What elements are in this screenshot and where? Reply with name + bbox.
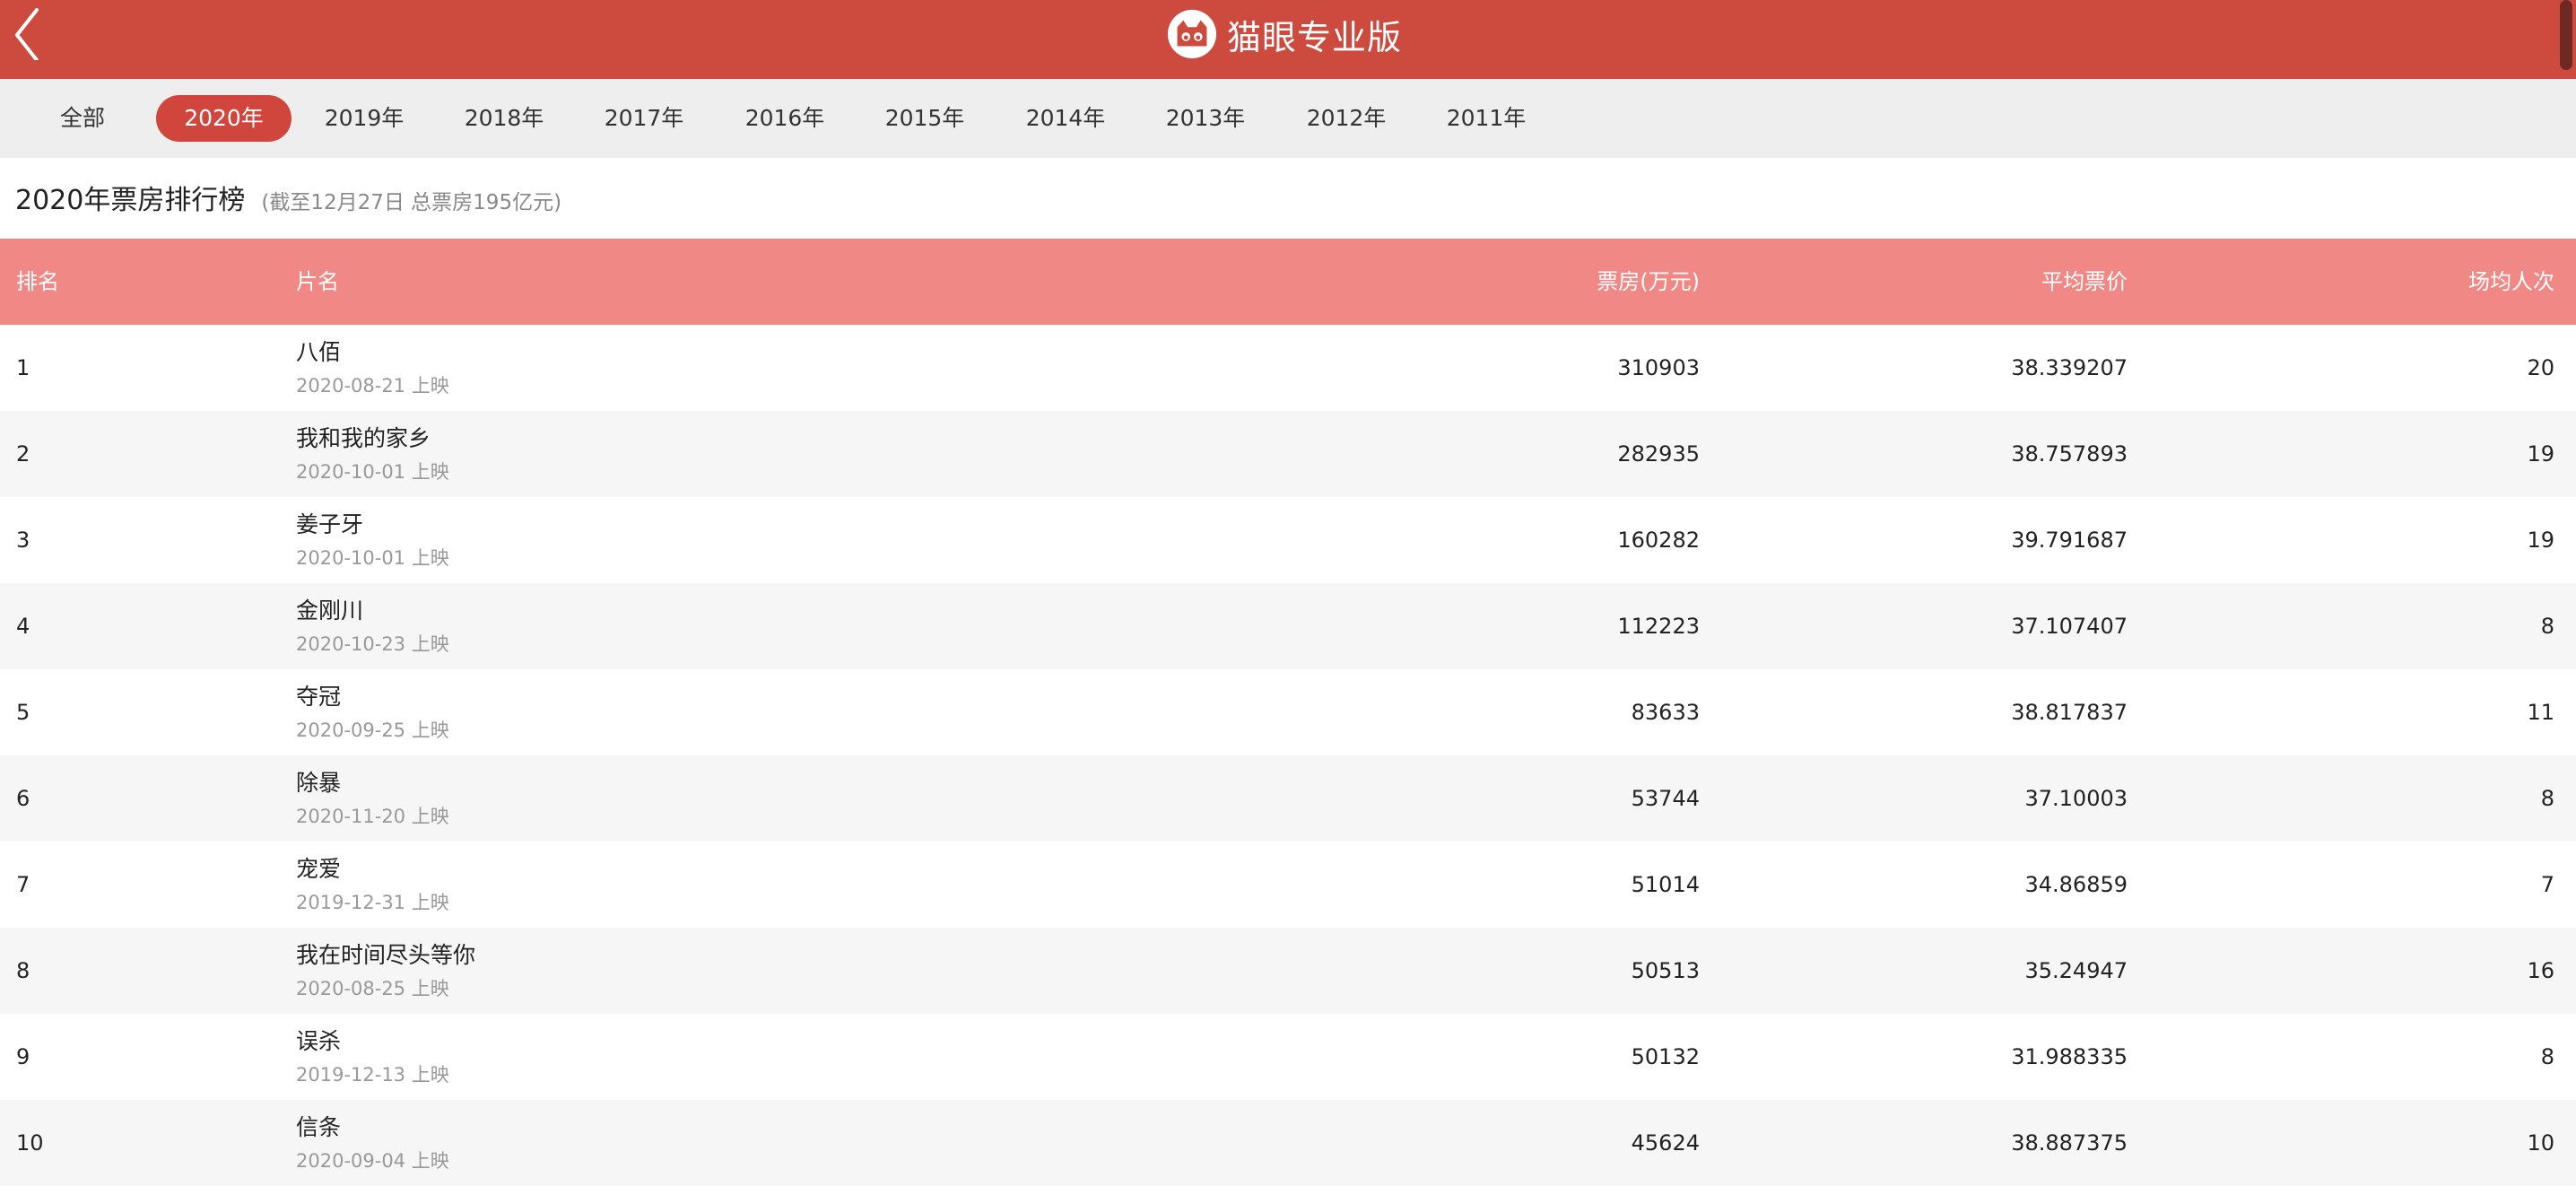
avg-audience-cell: 20: [2527, 355, 2554, 380]
table-row[interactable]: 10 信条 2020-09-04 上映 45624 38.887375 10: [0, 1100, 2576, 1186]
scrollbar-thumb[interactable]: [2560, 0, 2572, 70]
box-office-cell: 282935: [1617, 441, 1700, 467]
avg-price-cell: 35.24947: [2024, 958, 2128, 983]
avg-audience-cell: 11: [2527, 700, 2554, 725]
release-date: 2020-11-20 上映: [296, 806, 449, 827]
table-row[interactable]: 6 除暴 2020-11-20 上映 53744 37.10003 8: [0, 755, 2576, 842]
page-subtitle: (截至12月27日 总票房195亿元): [261, 191, 562, 214]
column-header-avg-audience[interactable]: 场均人次: [2468, 239, 2554, 325]
avg-audience-cell: 16: [2527, 958, 2554, 983]
movie-title: 我和我的家乡: [296, 425, 431, 451]
avg-price-cell: 38.339207: [2011, 355, 2128, 380]
rank-cell: 6: [16, 786, 30, 811]
year-tabs: 全部 2020年 2019年 2018年 2017年 2016年 2015年 2…: [0, 79, 2576, 158]
release-date: 2020-10-01 上映: [296, 461, 449, 483]
avg-price-cell: 38.887375: [2011, 1130, 2128, 1156]
section-heading: 2020年票房排行榜 (截至12月27日 总票房195亿元): [15, 178, 561, 219]
release-date: 2020-08-21 上映: [296, 375, 449, 397]
cat-face-logo-icon: [1167, 9, 1217, 59]
tab-2017[interactable]: 2017年: [590, 95, 698, 142]
table-row[interactable]: 4 金刚川 2020-10-23 上映 112223 37.107407 8: [0, 583, 2576, 669]
box-office-cell: 310903: [1617, 355, 1700, 380]
release-date: 2020-08-25 上映: [296, 978, 449, 999]
tab-2016[interactable]: 2016年: [731, 95, 839, 142]
movie-title: 我在时间尽头等你: [296, 942, 476, 968]
box-office-cell: 112223: [1617, 614, 1700, 639]
avg-price-cell: 39.791687: [2011, 528, 2128, 553]
ranking-table-body: 1 八佰 2020-08-21 上映 310903 38.339207 20 2…: [0, 325, 2576, 1186]
avg-price-cell: 37.10003: [2024, 786, 2128, 811]
movie-title: 除暴: [296, 770, 342, 796]
rank-cell: 8: [16, 958, 30, 983]
box-office-cell: 160282: [1617, 528, 1700, 553]
table-row[interactable]: 7 宠爱 2019-12-31 上映 51014 34.86859 7: [0, 842, 2576, 928]
rank-cell: 3: [16, 528, 30, 553]
table-header: 排名 片名 票房(万元) 平均票价 场均人次: [0, 239, 2576, 325]
avg-audience-cell: 8: [2540, 614, 2554, 639]
avg-audience-cell: 19: [2527, 441, 2554, 467]
tab-all[interactable]: 全部: [47, 95, 118, 142]
column-header-avg-price[interactable]: 平均票价: [2041, 239, 2128, 325]
tab-2012[interactable]: 2012年: [1292, 95, 1400, 142]
column-header-title[interactable]: 片名: [296, 239, 339, 325]
box-office-cell: 83633: [1631, 700, 1700, 725]
rank-cell: 7: [16, 872, 30, 897]
box-office-cell: 51014: [1631, 872, 1700, 897]
page-title: 2020年票房排行榜: [15, 185, 246, 216]
movie-title: 夺冠: [296, 684, 342, 710]
movie-title: 八佰: [296, 339, 342, 365]
tab-2018[interactable]: 2018年: [450, 95, 558, 142]
table-row[interactable]: 8 我在时间尽头等你 2020-08-25 上映 50513 35.24947 …: [0, 928, 2576, 1014]
tab-2015[interactable]: 2015年: [871, 95, 979, 142]
table-row[interactable]: 5 夺冠 2020-09-25 上映 83633 38.817837 11: [0, 669, 2576, 755]
tab-2011[interactable]: 2011年: [1432, 95, 1540, 142]
box-office-cell: 45624: [1631, 1130, 1700, 1156]
avg-audience-cell: 10: [2527, 1130, 2554, 1156]
column-header-box-office[interactable]: 票房(万元): [1597, 239, 1700, 325]
avg-price-cell: 31.988335: [2011, 1044, 2128, 1069]
release-date: 2020-10-23 上映: [296, 633, 449, 655]
box-office-cell: 53744: [1631, 786, 1700, 811]
tab-2014[interactable]: 2014年: [1012, 95, 1119, 142]
avg-audience-cell: 8: [2540, 786, 2554, 811]
release-date: 2020-09-25 上映: [296, 720, 449, 741]
movie-title: 信条: [296, 1114, 342, 1140]
brand: 猫眼专业版: [1166, 5, 1402, 63]
avg-audience-cell: 19: [2527, 528, 2554, 553]
box-office-cell: 50513: [1631, 958, 1700, 983]
movie-title: 姜子牙: [296, 511, 364, 537]
top-header: 猫眼专业版: [0, 0, 2576, 79]
table-row[interactable]: 1 八佰 2020-08-21 上映 310903 38.339207 20: [0, 325, 2576, 411]
table-row[interactable]: 2 我和我的家乡 2020-10-01 上映 282935 38.757893 …: [0, 411, 2576, 497]
release-date: 2020-09-04 上映: [296, 1150, 449, 1172]
avg-price-cell: 38.757893: [2011, 441, 2128, 467]
chevron-left-icon: [15, 8, 39, 60]
rank-cell: 9: [16, 1044, 30, 1069]
avg-audience-cell: 8: [2540, 1044, 2554, 1069]
avg-price-cell: 34.86859: [2024, 872, 2128, 897]
rank-cell: 1: [16, 355, 30, 380]
release-date: 2019-12-31 上映: [296, 892, 449, 913]
release-date: 2019-12-13 上映: [296, 1064, 449, 1086]
rank-cell: 2: [16, 441, 30, 467]
movie-title: 金刚川: [296, 598, 364, 624]
column-header-rank[interactable]: 排名: [16, 239, 59, 325]
movie-title: 误杀: [296, 1028, 342, 1054]
box-office-cell: 50132: [1631, 1044, 1700, 1069]
tab-2020[interactable]: 2020年: [156, 95, 292, 142]
tab-2013[interactable]: 2013年: [1152, 95, 1259, 142]
rank-cell: 4: [16, 614, 30, 639]
rank-cell: 5: [16, 700, 30, 725]
avg-price-cell: 37.107407: [2011, 614, 2128, 639]
table-row[interactable]: 9 误杀 2019-12-13 上映 50132 31.988335 8: [0, 1014, 2576, 1100]
back-button[interactable]: [4, 0, 50, 66]
movie-title: 宠爱: [296, 856, 342, 882]
avg-price-cell: 38.817837: [2011, 700, 2128, 725]
rank-cell: 10: [16, 1130, 44, 1156]
avg-audience-cell: 7: [2540, 872, 2554, 897]
tab-2019[interactable]: 2019年: [310, 95, 418, 142]
release-date: 2020-10-01 上映: [296, 547, 449, 569]
app-name: 猫眼专业版: [1227, 17, 1403, 57]
table-row[interactable]: 3 姜子牙 2020-10-01 上映 160282 39.791687 19: [0, 497, 2576, 583]
